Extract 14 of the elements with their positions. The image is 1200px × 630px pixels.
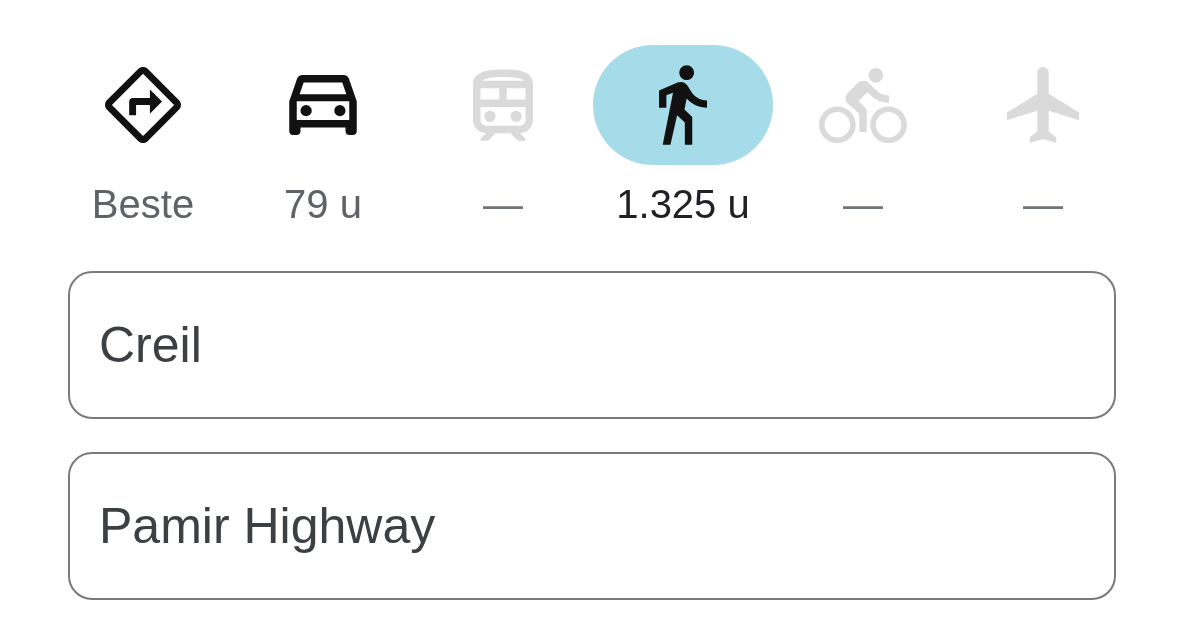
mode-label: 1.325 u [616,181,750,227]
mode-label: Beste [91,181,195,227]
turn-sign-icon [105,67,181,143]
car-icon [289,75,357,135]
bicycle-icon [819,67,907,143]
mode-label: — [1023,181,1063,227]
walking-person-icon [659,65,707,145]
airplane-icon [1007,67,1079,143]
destination-input[interactable]: Pamir Highway [68,452,1116,600]
train-icon [473,69,533,141]
mode-label: 79 u [284,181,362,227]
mode-label: — [843,181,883,227]
mode-label: — [483,181,523,227]
start-input[interactable]: Creil [68,271,1116,419]
